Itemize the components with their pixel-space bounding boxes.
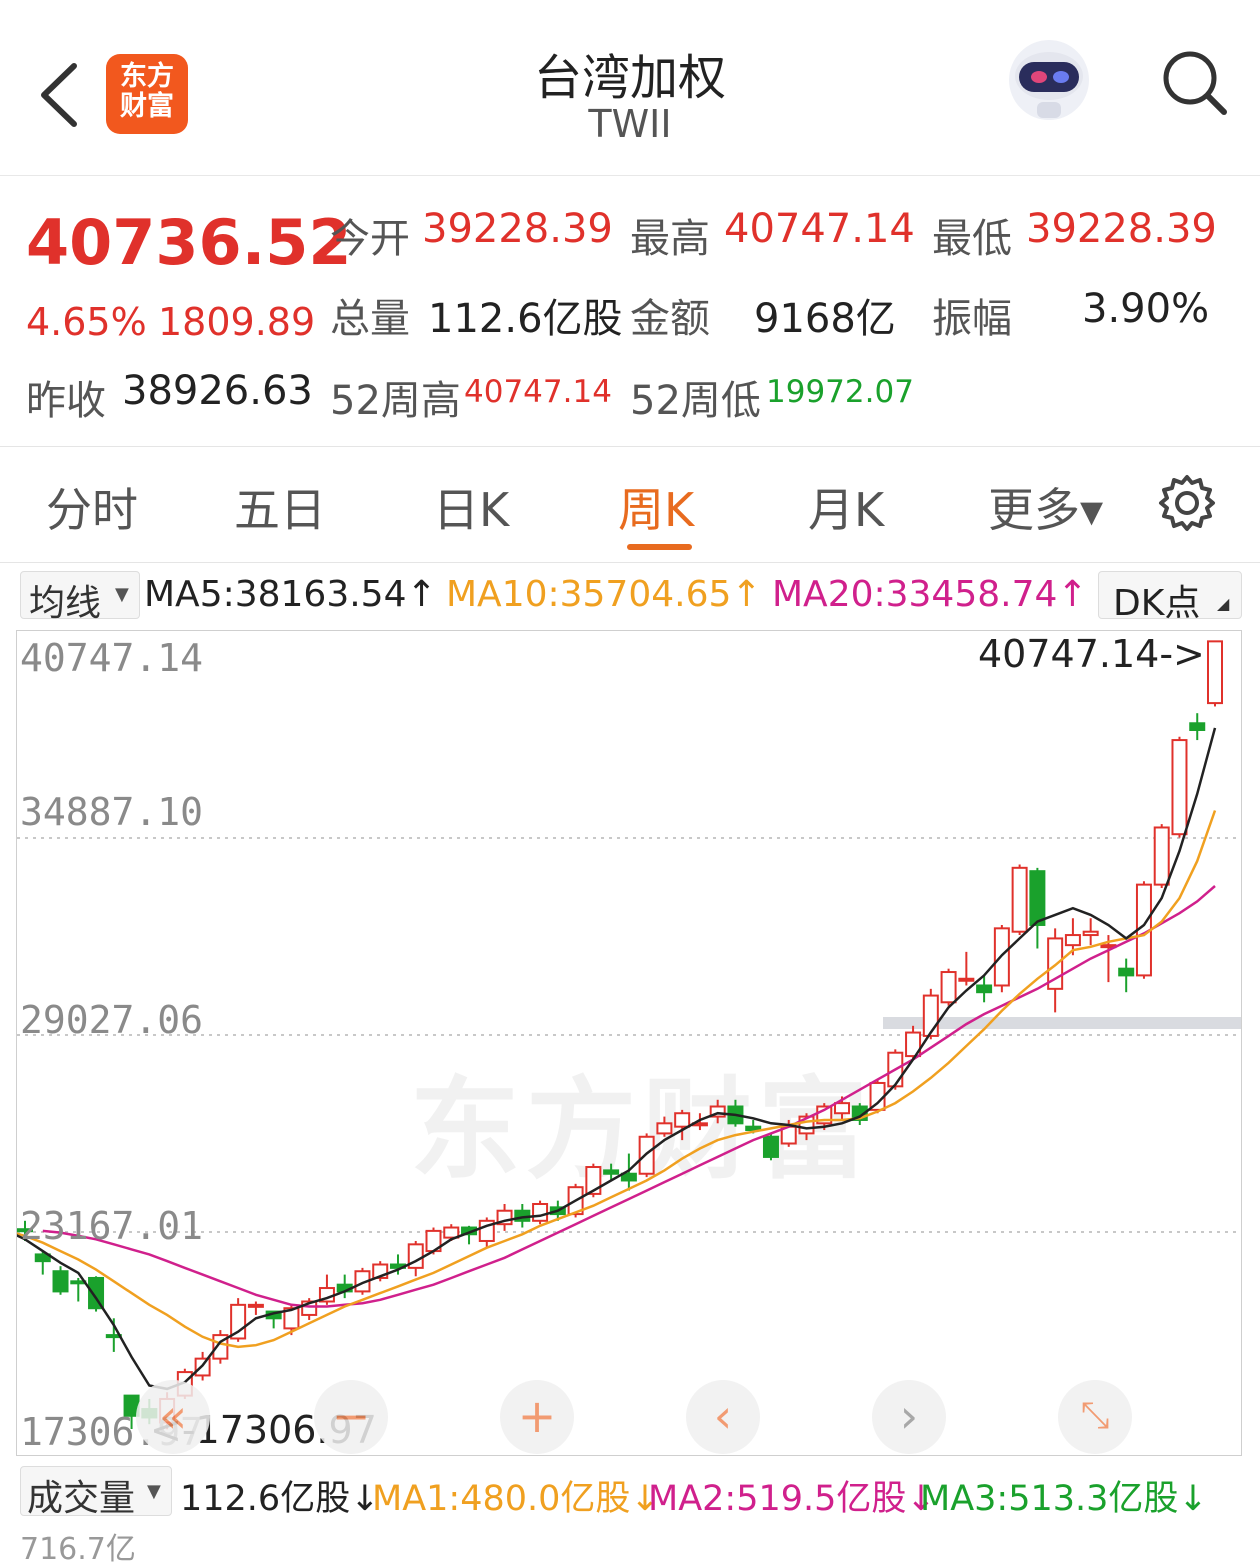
period-tabs: 分时 五日 日K 周K 月K 更多▾ <box>0 446 1260 563</box>
change-amount: 1809.89 <box>158 300 316 344</box>
fullscreen-button[interactable]: ⤡ <box>1058 1380 1132 1454</box>
candle-body <box>1171 739 1188 836</box>
candle-body <box>1118 967 1135 977</box>
candle-body <box>656 1122 673 1135</box>
y-axis-label-3: 29027.06 <box>20 998 204 1042</box>
volume-mode-dropdown[interactable]: 成交量 ▼ <box>20 1466 172 1519</box>
week52-low-label: 52周低 <box>630 378 761 424</box>
candle-body <box>1082 930 1099 937</box>
candle-body <box>958 977 975 982</box>
y-axis-label-2: 34887.10 <box>20 790 204 834</box>
amount-value: 9168亿 <box>754 296 896 342</box>
double-chevron-left-icon: « <box>158 1389 188 1443</box>
candle-body <box>1011 866 1028 933</box>
ma20-value: MA20:33458.74↑ <box>772 574 1088 615</box>
candle-body <box>52 1270 69 1293</box>
open-label: 今开 <box>330 216 410 262</box>
scroll-to-start-button[interactable]: « <box>136 1380 210 1454</box>
candle-body <box>532 1202 549 1222</box>
expand-icon: ⤡ <box>1080 1395 1110 1436</box>
scroll-right-button[interactable]: › <box>872 1380 946 1454</box>
plus-icon: + <box>517 1389 557 1443</box>
active-tab-indicator <box>627 544 692 550</box>
candle-body <box>1207 640 1223 705</box>
change-percent: 4.65% <box>26 300 147 344</box>
tab-weekly-k[interactable]: 周K <box>618 474 694 540</box>
tab-more[interactable]: 更多▾ <box>988 474 1103 540</box>
ma10-value: MA10:35704.65↑ <box>446 574 762 615</box>
tab-daily-k[interactable]: 日K <box>433 474 509 540</box>
chevron-right-icon: › <box>899 1389 919 1443</box>
prev-close-value: 38926.63 <box>122 368 313 414</box>
candle-body <box>940 971 957 1004</box>
max-price-marker: 40747.14-> <box>978 632 1205 676</box>
y-axis-label-max: 40747.14 <box>20 636 204 680</box>
volume-ma1: MA1:480.0亿股↓ <box>372 1479 660 1519</box>
tab-monthly-k[interactable]: 月K <box>808 474 884 540</box>
minus-icon: − <box>331 1389 371 1443</box>
quote-panel: 40736.52 4.65% 1809.89 昨收 38926.63 今开 39… <box>0 176 1260 447</box>
week52-high-label: 52周高 <box>330 378 461 424</box>
high-value: 40747.14 <box>724 206 915 252</box>
current-price: 40736.52 <box>26 206 352 279</box>
gear-icon[interactable] <box>1156 472 1218 534</box>
candle-body <box>922 994 939 1037</box>
kline-svg <box>17 640 1241 1430</box>
week52-high-value: 40747.14 <box>464 374 612 410</box>
volume-label: 总量 <box>330 296 410 342</box>
top-navigation-bar: 东方 财富 台湾加权 TWII <box>0 0 1260 176</box>
chevron-left-icon: ‹ <box>713 1389 733 1443</box>
volume-ma3: MA3:513.3亿股↓ <box>920 1479 1208 1519</box>
ai-assistant-robot-icon[interactable] <box>1003 36 1095 126</box>
candle-body <box>762 1135 779 1158</box>
week52-low-value: 19972.07 <box>766 374 914 410</box>
prev-close-label: 昨收 <box>26 378 106 424</box>
candle-body <box>443 1226 460 1239</box>
volume-mode-label: 成交量 <box>27 1478 136 1519</box>
open-value: 39228.39 <box>422 206 613 252</box>
candle-body <box>976 984 993 994</box>
tab-five-day[interactable]: 五日 <box>234 474 326 540</box>
tab-intraday[interactable]: 分时 <box>46 474 138 540</box>
high-label: 最高 <box>630 216 710 262</box>
volume-value: 112.6亿股 <box>428 296 623 342</box>
candle-body <box>1153 826 1170 886</box>
scroll-left-button[interactable]: ‹ <box>686 1380 760 1454</box>
candle-body <box>674 1112 691 1128</box>
candle-body <box>1029 870 1046 926</box>
candle-body <box>603 1169 620 1175</box>
moving-average-bar: MA5:38163.54↑ MA10:35704.65↑ MA20:33458.… <box>0 566 1260 622</box>
candle-body <box>620 1172 637 1182</box>
ma20-line <box>42 885 1216 1308</box>
zoom-in-button[interactable]: + <box>500 1380 574 1454</box>
candle-body <box>1064 934 1081 947</box>
low-label: 最低 <box>932 216 1012 262</box>
y-axis-label-4: 23167.01 <box>20 1204 204 1248</box>
search-icon[interactable] <box>1158 46 1230 118</box>
volume-ma2: MA2:519.5亿股↓ <box>648 1479 936 1519</box>
corner-triangle-icon: ◢ <box>1217 594 1230 613</box>
zoom-out-button[interactable]: − <box>314 1380 388 1454</box>
kline-chart[interactable] <box>16 630 1242 1456</box>
candle-body <box>1189 722 1206 731</box>
low-value: 39228.39 <box>1026 206 1217 252</box>
dk-point-label: DK点 <box>1113 583 1201 624</box>
amplitude-label: 振幅 <box>932 296 1012 342</box>
dk-point-button[interactable]: DK点 ◢ <box>1098 571 1242 624</box>
candle-body <box>247 1303 264 1308</box>
volume-axis-label: 716.7亿 <box>20 1532 136 1567</box>
chevron-down-icon: ▼ <box>147 1481 161 1502</box>
candle-body <box>834 1102 851 1115</box>
amount-label: 金额 <box>630 296 710 342</box>
ma5-value: MA5:38163.54↑ <box>144 574 437 615</box>
volume-current: 112.6亿股↓ <box>180 1479 380 1519</box>
amplitude-value: 3.90% <box>1082 286 1210 332</box>
